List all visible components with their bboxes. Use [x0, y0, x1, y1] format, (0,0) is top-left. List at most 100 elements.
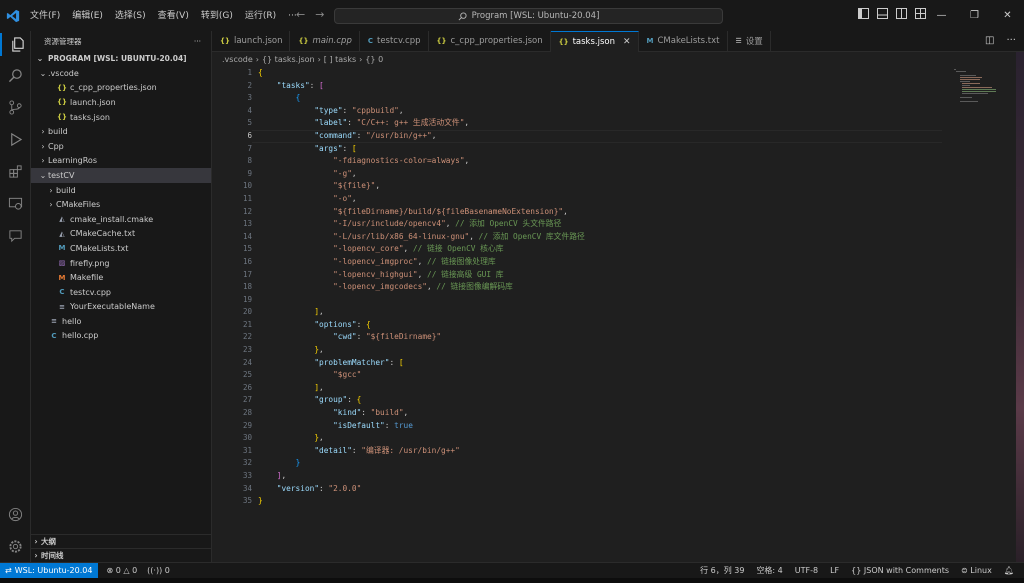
outline-section[interactable]: › 大纲	[31, 534, 212, 548]
code-line[interactable]	[258, 294, 585, 307]
minimize-icon[interactable]: —	[925, 0, 958, 31]
end-of-line[interactable]: LF	[830, 566, 839, 575]
code-line[interactable]: "kind": "build",	[258, 407, 585, 420]
breadcrumb-item[interactable]: .vscode	[222, 55, 253, 64]
code-line[interactable]: "-lopencv_core", // 链接 OpenCV 核心库	[258, 243, 585, 256]
code-line[interactable]: "-I/usr/include/opencv4", // 添加 OpenCV 头…	[258, 218, 585, 231]
code-line[interactable]: "type": "cppbuild",	[258, 105, 585, 118]
tab[interactable]: {} c_cpp_properties.json	[429, 31, 551, 51]
extensions-icon[interactable]	[4, 160, 27, 183]
tree-file[interactable]: ≡ YourExecutableName	[31, 300, 211, 315]
code-line[interactable]: }	[258, 495, 585, 508]
code-line[interactable]: "-lopencv_imgcodecs", // 链接图像编解码库	[258, 281, 585, 294]
tree-file[interactable]: M CMakeLists.txt	[31, 241, 211, 256]
code-line[interactable]: "-g",	[258, 168, 585, 181]
tree-file[interactable]: ◭ CMakeCache.txt	[31, 227, 211, 242]
language-mode[interactable]: {} JSON with Comments	[851, 566, 949, 575]
breadcrumb-item[interactable]: {} 0	[365, 55, 383, 64]
code-line[interactable]: "-L/usr/lib/x86_64-linux-gnu", // 添加 Ope…	[258, 231, 585, 244]
chat-icon[interactable]	[4, 224, 27, 247]
code-editor[interactable]: 1 2 3 4 5 6 7 8 9 10 11 12 13 14 15 16 17 18 19 20 21 22 23 24 2…	[212, 67, 1024, 562]
tree-folder[interactable]: ⌄ testCV	[31, 168, 211, 183]
code-line[interactable]: "label": "C/C++: g++ 生成活动文件",	[258, 117, 585, 130]
tree-file[interactable]: ≡ hello	[31, 314, 211, 329]
code-line[interactable]: "version": "2.0.0"	[258, 483, 585, 496]
account-icon[interactable]	[4, 503, 27, 526]
code-content[interactable]: { "tasks": [ { "type": "cppbuild", "labe…	[258, 67, 585, 508]
settings-gear-icon[interactable]	[4, 535, 27, 558]
tab[interactable]: M CMakeLists.txt	[639, 31, 728, 51]
code-line[interactable]: "-o",	[258, 193, 585, 206]
tree-folder[interactable]: › Cpp	[31, 139, 211, 154]
indentation[interactable]: 空格: 4	[756, 565, 782, 576]
command-center-search[interactable]: Program [WSL: Ubuntu-20.04]	[334, 8, 723, 24]
tree-folder[interactable]: › CMakeFiles	[31, 197, 211, 212]
tree-folder[interactable]: › LearningRos	[31, 154, 211, 169]
back-arrow-icon[interactable]: ←	[296, 9, 305, 21]
code-line[interactable]: ],	[258, 382, 585, 395]
tree-file[interactable]: {} launch.json	[31, 95, 211, 110]
code-line[interactable]: ],	[258, 470, 585, 483]
workspace-root[interactable]: ⌄ PROGRAM [WSL: UBUNTU-20.04]	[31, 51, 211, 66]
cursor-position[interactable]: 行 6，列 39	[700, 565, 744, 576]
close-window-icon[interactable]: ✕	[991, 0, 1024, 31]
explorer-icon[interactable]	[0, 33, 31, 56]
notifications-bell-icon[interactable]: 🔔︎	[1004, 566, 1014, 575]
code-line[interactable]: "${fileDirname}/build/${fileBasenameNoEx…	[258, 206, 585, 219]
code-line[interactable]: "tasks": [	[258, 80, 585, 93]
breadcrumb-item[interactable]: {} tasks.json	[262, 55, 315, 64]
toggle-panel-icon[interactable]	[877, 8, 888, 19]
tree-file[interactable]: ▨ firefly.png	[31, 256, 211, 271]
breadcrumb-item[interactable]: [ ] tasks	[324, 55, 356, 64]
problems-indicator[interactable]: ⊗ 0 △ 0	[106, 566, 137, 575]
menu-item[interactable]: 编辑(E)	[66, 5, 109, 27]
tree-file[interactable]: ◭ cmake_install.cmake	[31, 212, 211, 227]
tree-file[interactable]: M Makefile	[31, 270, 211, 285]
remote-explorer-icon[interactable]	[4, 192, 27, 215]
tree-folder[interactable]: › build	[31, 124, 211, 139]
run-debug-icon[interactable]	[4, 128, 27, 151]
code-line[interactable]: "args": [	[258, 143, 585, 156]
code-line[interactable]: ],	[258, 306, 585, 319]
code-line[interactable]: "$gcc"	[258, 369, 585, 382]
code-line[interactable]: "isDefault": true	[258, 420, 585, 433]
search-icon[interactable]	[4, 64, 27, 87]
os-indicator[interactable]: ⊜ Linux	[961, 566, 992, 575]
tab[interactable]: ☰ 设置	[728, 31, 771, 51]
tree-file[interactable]: Chello.cpp	[31, 329, 211, 344]
menu-item[interactable]: 查看(V)	[152, 5, 195, 27]
code-line[interactable]: "group": {	[258, 394, 585, 407]
code-line[interactable]: "detail": "编译器: /usr/bin/g++"	[258, 445, 585, 458]
code-line[interactable]: }	[258, 457, 585, 470]
menu-item[interactable]: 运行(R)	[239, 5, 282, 27]
code-line[interactable]: "problemMatcher": [	[258, 357, 585, 370]
code-line[interactable]: {	[258, 92, 585, 105]
tab[interactable]: {} main.cpp	[290, 31, 360, 51]
forward-arrow-icon[interactable]: →	[315, 9, 324, 21]
code-line[interactable]: "command": "/usr/bin/g++",	[258, 130, 585, 143]
remote-indicator[interactable]: ⇄ WSL: Ubuntu-20.04	[0, 562, 99, 579]
code-line[interactable]: "-fdiagnostics-color=always",	[258, 155, 585, 168]
split-editor-icon[interactable]: ◫	[985, 35, 994, 46]
toggle-primary-sidebar-icon[interactable]	[858, 8, 869, 19]
code-line[interactable]: },	[258, 344, 585, 357]
restore-icon[interactable]: ❐	[958, 0, 991, 31]
more-actions-icon[interactable]: ···	[194, 37, 201, 46]
tab[interactable]: {} tasks.json ✕	[550, 31, 639, 52]
code-line[interactable]: "cwd": "${fileDirname}"	[258, 331, 585, 344]
code-line[interactable]: },	[258, 432, 585, 445]
close-icon[interactable]: ✕	[623, 37, 631, 47]
more-actions-icon[interactable]: ···	[1006, 35, 1016, 46]
tree-file[interactable]: {} tasks.json	[31, 110, 211, 125]
source-control-icon[interactable]	[4, 96, 27, 119]
code-line[interactable]: "options": {	[258, 319, 585, 332]
menu-item[interactable]: 转到(G)	[195, 5, 239, 27]
code-line[interactable]: "${file}",	[258, 180, 585, 193]
encoding[interactable]: UTF-8	[795, 566, 818, 575]
tree-folder[interactable]: ⌄ .vscode	[31, 66, 211, 81]
code-line[interactable]: {	[258, 67, 585, 80]
tab[interactable]: Ctestcv.cpp	[360, 31, 429, 51]
tree-file[interactable]: Ctestcv.cpp	[31, 285, 211, 300]
ports-indicator[interactable]: ((·)) 0	[147, 566, 170, 575]
minimap[interactable]	[952, 67, 1012, 127]
